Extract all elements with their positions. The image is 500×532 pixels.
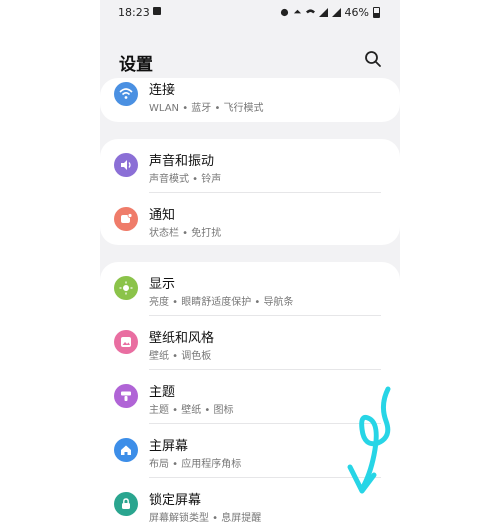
row-subtitle: 状态栏 • 免打扰 — [149, 228, 222, 239]
notification-icon — [114, 207, 138, 231]
settings-row-sound[interactable]: 声音和振动 声音模式 • 铃声 — [100, 139, 400, 193]
theme-icon — [114, 384, 138, 408]
notification-status-icon — [153, 7, 161, 15]
settings-row-lock-screen[interactable]: 锁定屏幕 屏幕解锁类型 • 息屏提醒 — [100, 478, 400, 532]
row-title: 声音和振动 — [149, 154, 215, 169]
settings-row-wallpaper[interactable]: 壁纸和风格 壁纸 • 调色板 — [100, 316, 400, 370]
wallpaper-icon — [114, 330, 138, 354]
signal-status-icon-2 — [331, 8, 341, 17]
row-title: 连接 — [149, 83, 176, 98]
battery-icon — [373, 7, 380, 18]
volume-icon — [114, 153, 138, 177]
row-subtitle: 壁纸 • 调色板 — [149, 351, 212, 362]
settings-row-notifications[interactable]: 通知 状态栏 • 免打扰 — [100, 193, 400, 247]
battery-percent: 46% — [344, 6, 369, 19]
row-subtitle: WLAN • 蓝牙 • 飞行模式 — [149, 103, 264, 114]
settings-card-sound: 声音和振动 声音模式 • 铃声 通知 状态栏 • 免打扰 — [100, 139, 400, 245]
status-right: 46% — [280, 6, 380, 19]
status-time: 18:23 — [118, 6, 150, 19]
row-title: 主屏幕 — [149, 439, 189, 454]
search-icon[interactable] — [364, 50, 382, 68]
row-title: 通知 — [149, 208, 176, 223]
settings-row-themes[interactable]: 主题 主题 • 壁纸 • 图标 — [100, 370, 400, 424]
status-bar: 18:23 46% — [100, 0, 400, 26]
row-title: 壁纸和风格 — [149, 331, 215, 346]
signal-status-icon — [318, 8, 328, 17]
wifi-status-icon — [305, 9, 315, 14]
home-icon — [114, 438, 138, 462]
row-title: 锁定屏幕 — [149, 493, 202, 508]
row-subtitle: 亮度 • 眼睛舒适度保护 • 导航条 — [149, 297, 294, 308]
settings-row-connections[interactable]: 连接 WLAN • 蓝牙 • 飞行模式 — [100, 68, 400, 122]
row-subtitle: 布局 • 应用程序角标 — [149, 459, 242, 470]
lock-icon — [114, 492, 138, 516]
row-title: 显示 — [149, 277, 176, 292]
phone-screen: 18:23 46% 设置 连接 WLAN • 蓝牙 • 飞行模式 声音和振动 声… — [100, 0, 400, 532]
settings-card-display: 显示 亮度 • 眼睛舒适度保护 • 导航条 壁纸和风格 壁纸 • 调色板 主题 … — [100, 262, 400, 532]
row-subtitle: 声音模式 • 铃声 — [149, 174, 222, 185]
sun-icon — [114, 276, 138, 300]
row-title: 主题 — [149, 385, 176, 400]
row-subtitle: 屏幕解锁类型 • 息屏提醒 — [149, 513, 262, 524]
settings-row-home-screen[interactable]: 主屏幕 布局 • 应用程序角标 — [100, 424, 400, 478]
settings-row-display[interactable]: 显示 亮度 • 眼睛舒适度保护 • 导航条 — [100, 262, 400, 316]
wifi-icon — [114, 82, 138, 106]
mute-status-icon — [293, 9, 301, 14]
alarm-status-icon — [280, 8, 288, 17]
settings-card-connections: 连接 WLAN • 蓝牙 • 飞行模式 — [100, 78, 400, 122]
row-subtitle: 主题 • 壁纸 • 图标 — [149, 405, 234, 416]
